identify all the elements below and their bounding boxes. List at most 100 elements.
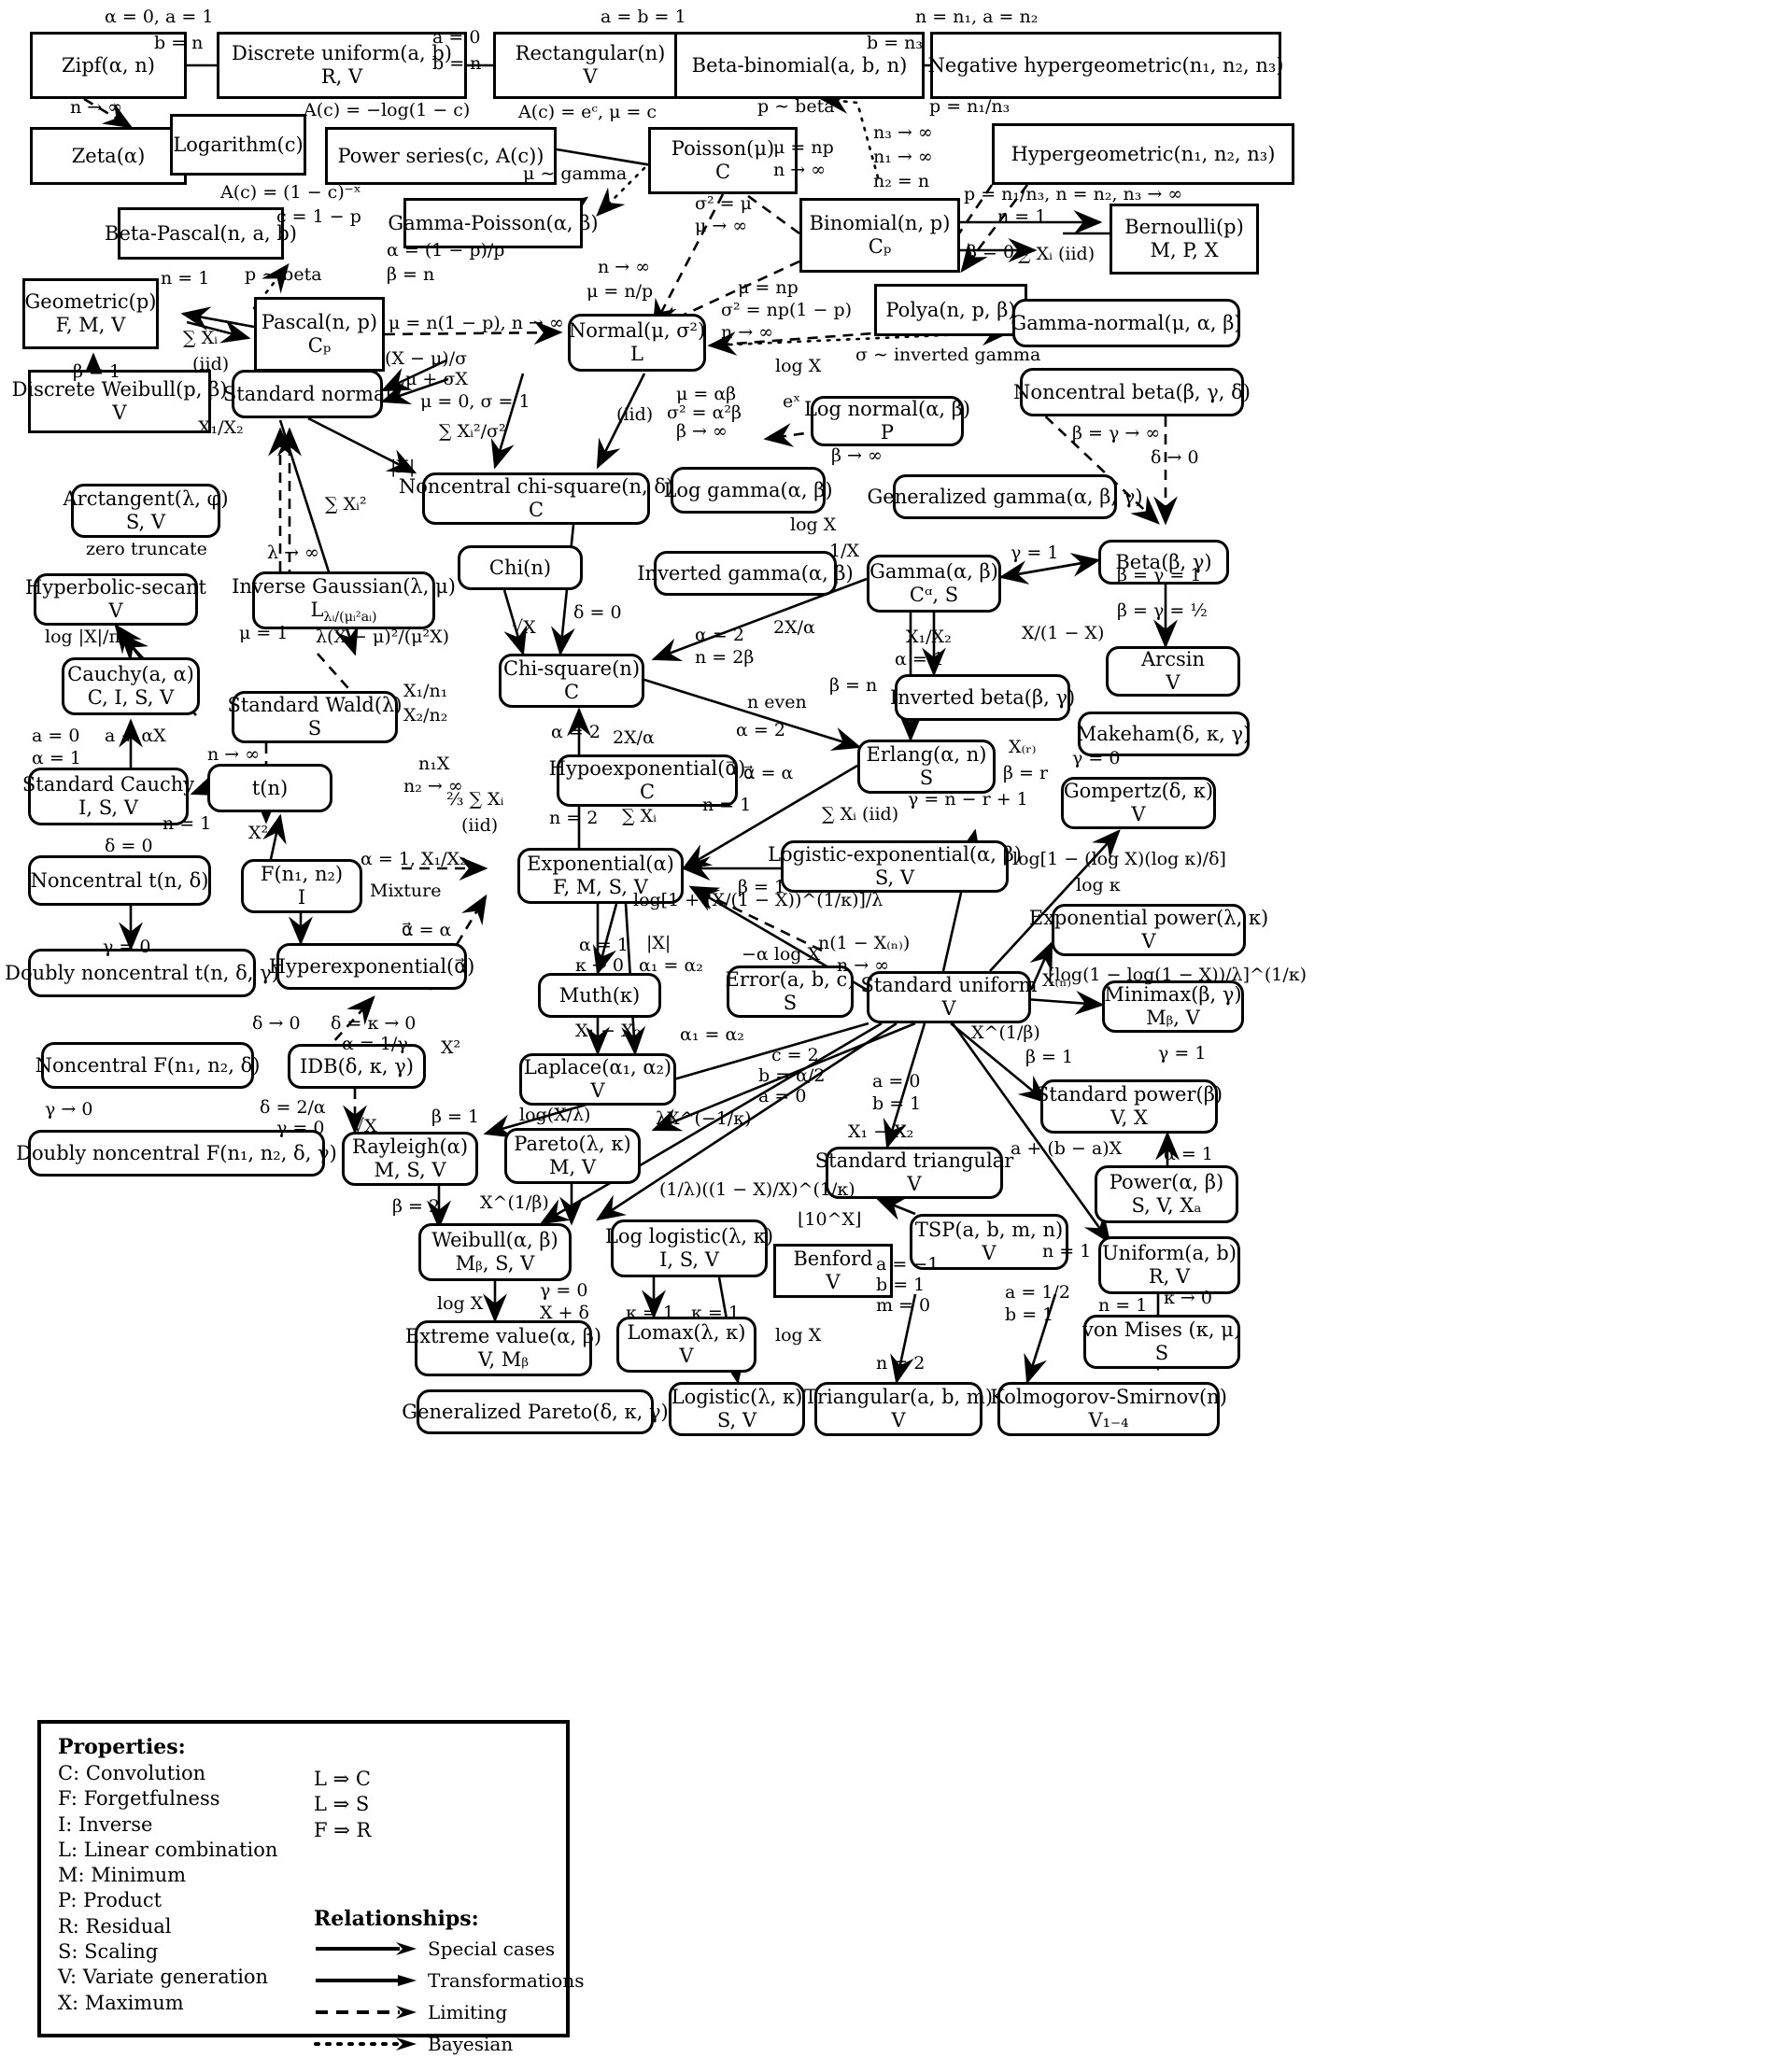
distribution-node-extreme_value[interactable]: Extreme value(α, β) V, Mᵦ xyxy=(405,1320,601,1376)
node-title: von Mises (κ, μ) xyxy=(1081,1318,1242,1342)
distribution-node-f[interactable]: F(n₁, n₂) I xyxy=(241,859,362,913)
edge-label-el13: n₃ → ∞ xyxy=(873,122,933,143)
distribution-node-gamma_normal[interactable]: Gamma-normal(μ, α, β) xyxy=(1011,299,1242,347)
distribution-node-noncentral_f[interactable]: Noncentral F(n₁, n₂, δ) xyxy=(35,1042,260,1089)
distribution-node-benford[interactable]: Benford V xyxy=(773,1244,893,1298)
distribution-node-standard_power[interactable]: Standard power(β) V, X xyxy=(1036,1079,1223,1134)
distribution-node-von_mises[interactable]: von Mises (κ, μ) S xyxy=(1081,1315,1242,1369)
distribution-node-cauchy[interactable]: Cauchy(a, α) C, I, S, V xyxy=(62,657,200,715)
edge-label-el150: m = 0 xyxy=(876,1295,931,1316)
distribution-node-hypergeometric[interactable]: Hypergeometric(n₁, n₂, n₃) xyxy=(992,123,1294,185)
distribution-node-bernoulli[interactable]: Bernoulli(p) M, P, X xyxy=(1110,204,1259,275)
node-title: Zeta(α) xyxy=(71,144,146,167)
distribution-node-generalized_gamma[interactable]: Generalized gamma(α, β, γ) xyxy=(867,474,1143,519)
edge-label-el38: μ = n(1 − p), n → ∞ xyxy=(389,313,564,333)
node-title: Rayleigh(α) xyxy=(351,1135,469,1159)
distribution-node-t[interactable]: t(n) xyxy=(207,764,332,812)
edge-label-el2: b = n xyxy=(154,33,204,53)
distribution-node-logistic[interactable]: Logistic(λ, κ) S, V xyxy=(669,1382,805,1436)
distribution-node-error[interactable]: Error(a, b, c) S xyxy=(725,966,855,1018)
distribution-node-erlang[interactable]: Erlang(α, n) S xyxy=(857,740,996,794)
distribution-node-noncentral_t[interactable]: Noncentral t(n, δ) xyxy=(28,855,211,906)
distribution-node-chi[interactable]: Chi(n) xyxy=(458,545,583,590)
node-title: Arcsin xyxy=(1141,648,1205,671)
distribution-relationships-diagram: Zipf(α, n) Discrete uniform(a, b) R, V Rect… xyxy=(0,0,1767,2072)
distribution-node-laplace[interactable]: Laplace(α₁, α₂) V xyxy=(519,1053,676,1106)
edge-label-el92: α⃗ = α xyxy=(743,763,794,783)
distribution-node-muth[interactable]: Muth(κ) xyxy=(538,973,661,1018)
distribution-node-hyperexponential[interactable]: Hyperexponential(α⃗) xyxy=(269,943,474,990)
special-cases-arrow-icon xyxy=(316,1942,417,1955)
node-properties: V xyxy=(1131,803,1146,825)
distribution-node-gamma[interactable]: Gamma(α, β) Cᵅ, S xyxy=(867,555,1001,613)
distribution-node-discrete_uniform[interactable]: Discrete uniform(a, b) R, V xyxy=(217,32,467,99)
node-properties: V xyxy=(891,1409,906,1431)
distribution-node-logistic_exponential[interactable]: Logistic-exponential(α, β) S, V xyxy=(768,840,1022,893)
edge-label-el21: c = 1 − p xyxy=(276,206,361,227)
edge-label-el42: μ = 0, σ = 1 xyxy=(420,391,530,412)
distribution-node-log_logistic[interactable]: Log logistic(λ, κ) I, S, V xyxy=(605,1219,773,1277)
distribution-node-standard_uniform[interactable]: Standard uniform V xyxy=(860,971,1038,1023)
node-properties: R, V xyxy=(320,65,363,88)
edge-label-el55: X₁/X₂ xyxy=(198,417,244,438)
edge-label-el131: b = 1 xyxy=(872,1093,922,1114)
distribution-node-zeta[interactable]: Zeta(α) xyxy=(30,127,187,185)
node-properties: V xyxy=(982,1242,997,1264)
node-title: Hypergeometric(n₁, n₂, n₃) xyxy=(1011,142,1276,165)
distribution-node-exponential_power[interactable]: Exponential power(λ, κ) V xyxy=(1029,904,1268,956)
distribution-node-triangular[interactable]: Triangular(a, b, m) V xyxy=(804,1382,993,1436)
distribution-node-rectangular[interactable]: Rectangular(n) V xyxy=(493,32,687,99)
node-title: Hyperexponential(α⃗) xyxy=(268,954,475,978)
node-properties: R, V xyxy=(1148,1265,1191,1288)
node-title: Log gamma(α, β) xyxy=(663,478,833,501)
edge-label-el119: [log(1 − log(1 − X))/λ]^(1/κ) xyxy=(1048,965,1308,985)
distribution-node-power_series[interactable]: Power series(c, A(c)) xyxy=(325,127,557,185)
node-title: F(n₁, n₂) xyxy=(260,863,344,886)
distribution-node-pascal[interactable]: Pascal(n, p) Cₚ xyxy=(254,297,385,372)
distribution-node-power[interactable]: Power(α, β) S, V, Xₐ xyxy=(1095,1165,1238,1223)
edge-label-el76: n even xyxy=(747,692,807,712)
distribution-node-inverse_gaussian[interactable]: Inverse Gaussian(λ, μ) Lλᵢ/(μᵢ²aᵢ) xyxy=(232,571,456,629)
distribution-node-beta_pascal[interactable]: Beta-Pascal(n, a, b) xyxy=(105,207,297,260)
distribution-node-minimax[interactable]: Minimax(β, γ) Mᵦ, V xyxy=(1102,980,1244,1033)
node-properties: I xyxy=(297,886,306,909)
node-title: Benford xyxy=(793,1247,873,1271)
distribution-node-hyperbolic_secant[interactable]: Hyperbolic-secant V xyxy=(25,573,206,626)
edge-label-el20: A(c) = (1 − c)⁻ˣ xyxy=(220,182,361,203)
distribution-node-standard_wald[interactable]: Standard Wald(λ) S xyxy=(227,691,403,743)
distribution-node-standard_normal[interactable]: Standard normal xyxy=(223,370,391,418)
distribution-node-gompertz[interactable]: Gompertz(δ, κ) V xyxy=(1061,777,1216,829)
distribution-node-noncentral_chi_square[interactable]: Noncentral chi-square(n, δ) C xyxy=(399,472,673,525)
distribution-node-log_normal[interactable]: Log normal(α, β) P xyxy=(804,396,970,446)
distribution-node-rayleigh[interactable]: Rayleigh(α) M, S, V xyxy=(342,1132,478,1186)
distribution-node-inverted_gamma[interactable]: Inverted gamma(α, β) xyxy=(637,551,854,596)
edge-label-el80: n → ∞ xyxy=(207,744,261,765)
node-title: Lomax(λ, κ) xyxy=(627,1321,746,1345)
distribution-node-noncentral_beta[interactable]: Noncentral beta(β, γ, δ) xyxy=(1013,368,1251,416)
distribution-node-generalized_pareto[interactable]: Generalized Pareto(δ, κ, γ) xyxy=(402,1389,669,1434)
distribution-node-binomial[interactable]: Binomial(n, p) Cₚ xyxy=(799,198,960,273)
distribution-node-geometric[interactable]: Geometric(p) F, M, V xyxy=(22,278,159,349)
distribution-node-negative_hypergeometric[interactable]: Negative hypergeometric(n₁, n₂, n₃) xyxy=(928,32,1283,99)
distribution-node-normal[interactable]: Normal(μ, σ²) L xyxy=(568,314,706,372)
node-title: IDB(δ, κ, γ) xyxy=(300,1054,414,1078)
distribution-node-lomax[interactable]: Lomax(λ, κ) V xyxy=(616,1317,756,1373)
distribution-node-arctangent[interactable]: Arctangent(λ, φ) S, V xyxy=(63,484,229,538)
edge-label-el17: n₂ = n xyxy=(873,171,930,191)
distribution-node-pareto[interactable]: Pareto(λ, κ) M, V xyxy=(504,1128,641,1184)
edge-label-el135: γ = 0 xyxy=(276,1118,325,1138)
node-properties: C xyxy=(563,681,580,703)
edge-label-el50: ∑ Xᵢ²/σ² xyxy=(439,421,506,442)
distribution-node-chi_square[interactable]: Chi-square(n) C xyxy=(499,654,644,708)
distribution-node-kolmogorov_smirnov[interactable]: Kolmogorov-Smirnov(n) V₁₋₄ xyxy=(990,1382,1227,1436)
node-title: Cauchy(a, α) xyxy=(67,663,194,686)
distribution-node-inverted_beta[interactable]: Inverted beta(β, γ) xyxy=(890,674,1075,721)
distribution-node-log_gamma[interactable]: Log gamma(α, β) xyxy=(663,467,833,514)
legend-implications: L ⇒ C L ⇒ S F ⇒ R xyxy=(314,1767,371,1843)
distribution-node-logarithm[interactable]: Logarithm(c) xyxy=(170,114,306,176)
distribution-node-weibull[interactable]: Weibull(α, β) Mᵦ, S, V xyxy=(418,1223,572,1281)
distribution-node-arcsin[interactable]: Arcsin V xyxy=(1106,646,1240,697)
node-title: Error(a, b, c) xyxy=(725,968,855,992)
distribution-node-uniform[interactable]: Uniform(a, b) R, V xyxy=(1098,1236,1240,1294)
distribution-node-polya[interactable]: Polya(n, p, β) xyxy=(874,284,1027,336)
